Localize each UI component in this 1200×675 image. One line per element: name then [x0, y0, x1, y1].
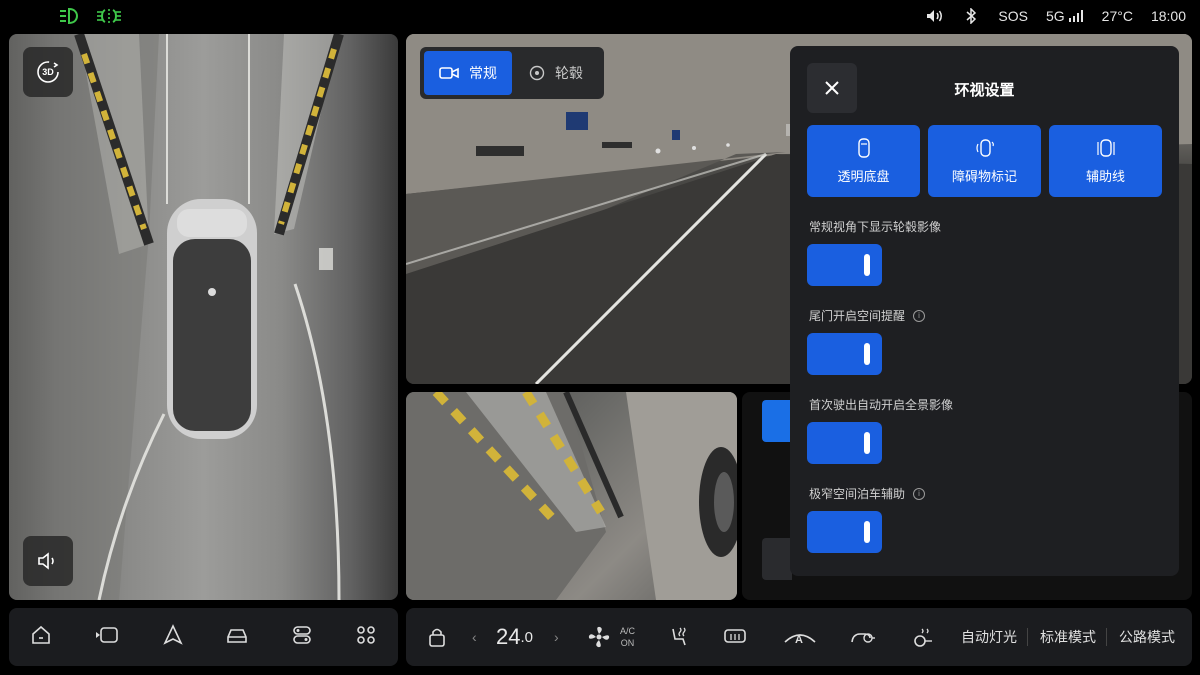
temperature-value: 24 — [496, 624, 521, 649]
camera-icon — [439, 67, 459, 79]
svg-text:A: A — [795, 634, 803, 646]
home-icon[interactable] — [30, 624, 52, 651]
fog-light-icon — [96, 6, 122, 31]
partial-dark-button[interactable] — [762, 538, 792, 580]
toggle-knob — [864, 521, 870, 543]
tab-wheel-view[interactable]: 轮毂 — [512, 51, 600, 95]
outside-temperature: 27°C — [1101, 8, 1133, 24]
setting-auto-panorama-toggle[interactable] — [807, 422, 882, 464]
front-defrost-icon[interactable]: A — [782, 608, 818, 666]
air-recirculation-icon[interactable] — [848, 608, 876, 666]
network-indicator: 5G — [1046, 8, 1084, 24]
vehicle-icon[interactable] — [225, 625, 249, 650]
temperature-display: 24.0 — [496, 608, 533, 666]
divider — [1106, 628, 1107, 646]
ac-state: ON — [620, 638, 635, 648]
speaker-icon — [38, 552, 54, 570]
transparent-chassis-label: 透明底盘 — [837, 168, 890, 184]
setting-tailgate-label: 尾门开启空间提醒 i — [809, 307, 926, 324]
info-icon[interactable]: i — [913, 487, 926, 500]
view-mode-toggle[interactable]: 常规 轮毂 — [420, 47, 604, 99]
guideline-icon — [1096, 138, 1115, 157]
clock: 18:00 — [1150, 8, 1186, 24]
toggle-knob — [864, 343, 870, 365]
transparent-chassis-button[interactable]: 透明底盘 — [807, 125, 920, 197]
dialog-title: 环视设置 — [954, 82, 1015, 99]
side-scene — [406, 392, 737, 600]
setting-tailgate-text: 尾门开启空间提醒 — [809, 309, 906, 323]
guide-lines-label: 辅助线 — [1085, 168, 1125, 184]
fan-icon[interactable] — [586, 608, 612, 666]
view-3d-button[interactable]: 3D — [23, 47, 73, 97]
setting-wheel-image-label: 常规视角下显示轮毂影像 — [809, 218, 941, 235]
surround-view-settings-dialog: 环视设置 透明底盘 障碍物标记 辅助线 常规视角下显示轮毂影像 尾门开启空间提醒… — [790, 46, 1179, 576]
temperature-decimal: .0 — [520, 628, 533, 646]
toggle-knob — [864, 432, 870, 454]
view-3d-label: 3D — [42, 67, 54, 77]
setting-narrow-parking-label: 极窄空间泊车辅助 i — [809, 485, 926, 502]
divider — [1027, 628, 1028, 646]
side-camera-view[interactable] — [406, 392, 737, 600]
apps-icon[interactable] — [355, 624, 377, 651]
media-icon[interactable] — [94, 625, 120, 650]
headlight-icon — [58, 6, 80, 31]
network-label: 5G — [1045, 8, 1065, 24]
mute-button[interactable] — [23, 536, 73, 586]
obstacle-icon — [975, 138, 994, 157]
obstacle-marking-label: 障碍物标记 — [951, 168, 1017, 184]
navigation-icon[interactable] — [162, 623, 184, 651]
tab-wheel-label: 轮毂 — [555, 65, 583, 81]
standard-mode-button[interactable]: 标准模式 — [1040, 608, 1096, 666]
seat-heat-icon[interactable] — [666, 608, 690, 666]
auto-light-button[interactable]: 自动灯光 — [961, 608, 1017, 666]
setting-wheel-image-text: 常规视角下显示轮毂影像 — [809, 220, 942, 234]
setting-narrow-parking-text: 极窄空间泊车辅助 — [809, 487, 906, 501]
birdseye-camera-view[interactable]: 3D — [9, 34, 398, 600]
status-bar: SOS 5G 27°C 18:00 — [0, 0, 1200, 34]
ac-label: A/C — [620, 626, 636, 636]
partial-blue-button[interactable] — [762, 400, 792, 442]
setting-tailgate-toggle[interactable] — [807, 333, 882, 375]
controls-icon[interactable] — [291, 624, 313, 651]
toggle-knob — [864, 254, 870, 276]
signal-icon — [1068, 10, 1083, 22]
road-mode-button[interactable]: 公路模式 — [1119, 608, 1175, 666]
temp-decrease-icon[interactable]: ‹ — [472, 608, 477, 666]
lock-icon[interactable] — [428, 608, 446, 666]
tab-normal-label: 常规 — [469, 65, 497, 81]
setting-narrow-parking-toggle[interactable] — [807, 511, 882, 553]
ac-status[interactable]: A/C ON — [620, 608, 635, 666]
temp-increase-icon[interactable]: › — [554, 608, 559, 666]
steering-heat-icon[interactable] — [910, 608, 934, 666]
obstacle-marking-button[interactable]: 障碍物标记 — [928, 125, 1041, 197]
setting-auto-panorama-label: 首次驶出自动开启全景影像 — [809, 396, 953, 413]
volume-icon[interactable] — [926, 7, 944, 25]
guide-lines-button[interactable]: 辅助线 — [1049, 125, 1162, 197]
car-outline-icon — [857, 137, 870, 158]
setting-wheel-image-toggle[interactable] — [807, 244, 882, 286]
info-icon[interactable]: i — [913, 309, 926, 322]
bluetooth-icon[interactable] — [962, 7, 980, 25]
sos-label[interactable]: SOS — [998, 8, 1028, 24]
rear-defrost-icon[interactable] — [722, 608, 748, 666]
tab-normal-view[interactable]: 常规 — [424, 51, 512, 95]
wheel-icon — [529, 65, 545, 81]
climate-control-bar: ‹ 24.0 › A/C ON A 自动灯光 标准模式 公路模式 — [406, 608, 1192, 666]
bottom-nav-dock — [9, 608, 398, 666]
setting-auto-panorama-text: 首次驶出自动开启全景影像 — [809, 398, 954, 412]
birdseye-scene — [9, 34, 344, 600]
